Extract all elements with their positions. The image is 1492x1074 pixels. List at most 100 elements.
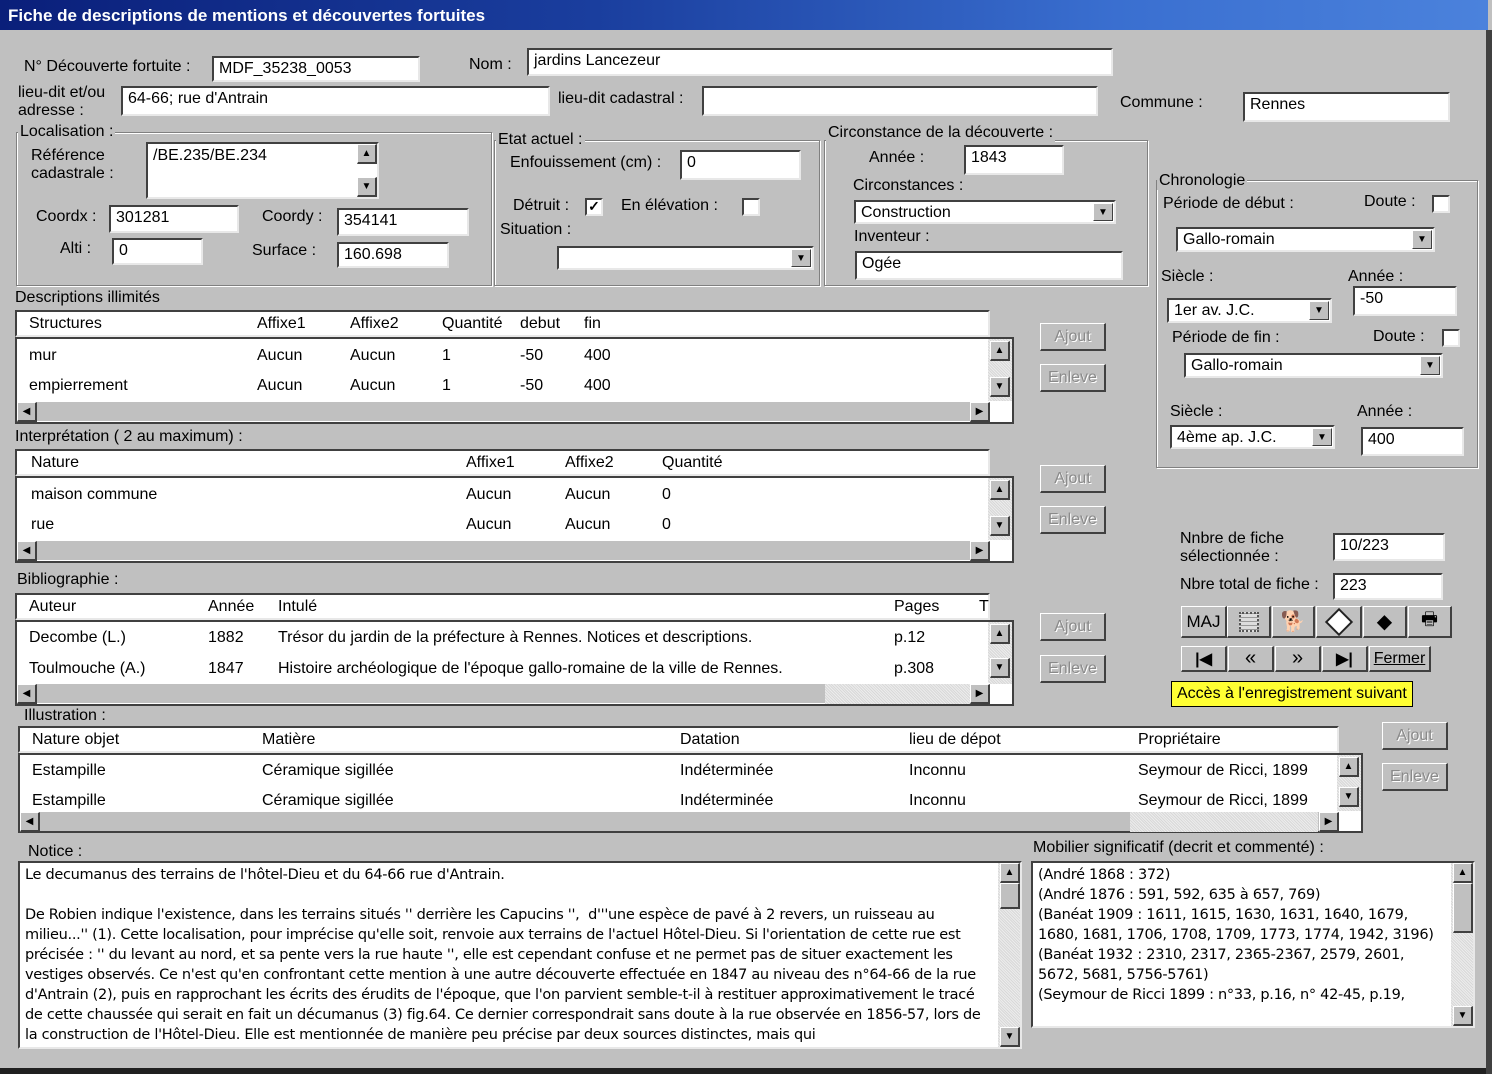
coordx-field[interactable]: 301281 [109,205,239,233]
interpretation-enleve-button[interactable]: Enleve [1040,506,1106,534]
column-header[interactable]: Matière [262,731,315,749]
annee-debut-field[interactable]: -50 [1353,286,1457,316]
surface-field[interactable]: 160.698 [337,242,449,268]
table-row[interactable]: Estampille Céramique sigillée Indétermin… [20,785,1339,812]
column-header[interactable]: Propriétaire [1138,731,1221,749]
doute-debut-checkbox[interactable] [1432,195,1450,213]
alti-field[interactable]: 0 [112,238,203,265]
notice-textarea[interactable]: Le decumanus des terrains de l'hôtel-Die… [18,861,1022,1049]
column-header[interactable]: Quantité [442,315,502,333]
first-record-button[interactable]: |◀ [1181,646,1227,672]
annee-decouverte-field[interactable]: 1843 [964,145,1064,175]
scroll-up-icon[interactable]: ▲ [1000,863,1020,883]
bibliographie-enleve-button[interactable]: Enleve [1040,655,1106,683]
column-header[interactable]: Affixe1 [466,454,515,472]
scroll-down-icon[interactable]: ▼ [1453,1006,1473,1026]
scroll-up-icon[interactable]: ▲ [990,480,1010,500]
scroll-left-icon[interactable]: ◀ [17,684,37,704]
horizontal-scrollbar[interactable]: ◀ ▶ [17,683,990,704]
scroll-thumb[interactable] [1453,883,1473,933]
scroll-down-icon[interactable]: ▼ [1339,787,1359,807]
scroll-down-icon[interactable]: ▼ [990,516,1010,536]
search-button[interactable]: 🐕 [1272,606,1315,638]
scroll-right-icon[interactable]: ▶ [1319,812,1339,832]
maj-button[interactable]: MAJ [1181,606,1227,638]
scroll-left-icon[interactable]: ◀ [20,812,40,832]
print-button[interactable]: 🖶 [1408,606,1452,638]
scroll-up-icon[interactable]: ▲ [990,624,1010,644]
column-header[interactable]: fin [584,315,601,333]
table-row[interactable]: Estampille Céramique sigillée Indétermin… [20,755,1339,785]
periode-fin-select[interactable]: Gallo-romain ▼ [1184,353,1443,378]
column-header[interactable]: Année [208,598,254,616]
commune-field[interactable]: Rennes [1243,92,1450,122]
bibliographie-ajout-button[interactable]: Ajout [1040,613,1106,641]
chevron-down-icon[interactable]: ▼ [791,249,811,267]
scroll-down-icon[interactable]: ▼ [990,658,1010,678]
scroll-thumb[interactable] [1000,883,1020,909]
interpretation-ajout-button[interactable]: Ajout [1040,465,1106,493]
column-header[interactable]: Nature [31,454,79,472]
column-header[interactable]: Affixe2 [565,454,614,472]
table-row[interactable]: Decombe (L.) 1882 Trésor du jardin de la… [17,622,990,653]
descriptions-enleve-button[interactable]: Enleve [1040,364,1106,392]
vertical-scrollbar[interactable]: ▲ ▼ [1451,863,1473,1026]
illustration-enleve-button[interactable]: Enleve [1382,763,1448,791]
table-row[interactable]: mur Aucun Aucun 1 -50 400 [17,339,990,370]
siecle-fin-select[interactable]: 4ème ap. J.C. ▼ [1170,425,1335,449]
column-header[interactable]: Nature objet [32,731,119,749]
table-row[interactable]: rue Aucun Aucun 0 [17,509,990,540]
save-button[interactable] [1316,606,1362,638]
table-row[interactable]: Toulmouche (A.) 1847 Histoire archéologi… [17,653,990,684]
fermer-button[interactable]: Fermer [1369,646,1431,672]
circonstances-select[interactable]: Construction ▼ [854,200,1116,224]
column-header[interactable]: debut [520,315,560,333]
horizontal-scrollbar[interactable]: ◀ ▶ [17,401,990,422]
num-decouverte-field[interactable]: MDF_35238_0053 [212,56,420,82]
illustration-ajout-button[interactable]: Ajout [1382,722,1448,750]
siecle-debut-select[interactable]: 1er av. J.C. ▼ [1167,298,1332,323]
elevation-checkbox[interactable] [742,198,760,216]
scroll-down-icon[interactable]: ▼ [1000,1027,1020,1047]
column-header[interactable]: Structures [29,315,102,333]
scroll-left-icon[interactable]: ◀ [17,541,37,561]
doute-fin-checkbox[interactable] [1442,329,1460,347]
scroll-up-icon[interactable]: ▲ [990,341,1010,361]
coordy-field[interactable]: 354141 [337,208,469,236]
scroll-right-icon[interactable]: ▶ [970,541,990,561]
grid-button[interactable] [1227,606,1271,638]
column-header[interactable]: Auteur [29,598,76,616]
scroll-right-icon[interactable]: ▶ [970,402,990,422]
column-header[interactable]: T [979,598,989,616]
next-record-button[interactable]: » [1275,646,1321,672]
chevron-down-icon[interactable]: ▼ [1093,203,1113,221]
detruit-checkbox[interactable]: ✓ [585,198,603,216]
column-header[interactable]: Affixe2 [350,315,399,333]
horizontal-scrollbar[interactable]: ◀ ▶ [17,540,990,561]
column-header[interactable]: lieu de dépot [909,731,1001,749]
column-header[interactable]: Datation [680,731,740,749]
lieudit-field[interactable]: 64-66; rue d'Antrain [121,86,550,116]
column-header[interactable]: Affixe1 [257,315,306,333]
nom-field[interactable]: jardins Lancezeur [527,48,1113,76]
vertical-scrollbar[interactable]: ▲ ▼ [998,863,1020,1047]
scroll-up-icon[interactable]: ▲ [1453,863,1473,883]
table-row[interactable]: empierrement Aucun Aucun 1 -50 400 [17,370,990,401]
scroll-down-icon[interactable]: ▼ [990,377,1010,397]
situation-select[interactable]: ▼ [557,246,814,270]
chevron-down-icon[interactable]: ▼ [1309,301,1329,320]
cadastral-field[interactable] [702,86,1098,116]
ref-cadastrale-field[interactable]: /BE.235/BE.234 ▲ ▼ [146,142,379,199]
previous-record-button[interactable]: « [1228,646,1274,672]
mobilier-textarea[interactable]: (André 1868 : 372) (André 1876 : 591, 59… [1031,861,1475,1028]
inventeur-field[interactable]: Ogée [855,251,1123,280]
periode-debut-select[interactable]: Gallo-romain ▼ [1176,227,1435,252]
scroll-down-icon[interactable]: ▼ [357,177,377,197]
scroll-up-icon[interactable]: ▲ [1339,757,1359,777]
chevron-down-icon[interactable]: ▼ [1420,356,1440,375]
column-header[interactable]: Intulé [278,598,317,616]
chevron-down-icon[interactable]: ▼ [1412,230,1432,249]
scroll-up-icon[interactable]: ▲ [357,144,377,164]
horizontal-scrollbar[interactable]: ◀ ▶ [20,811,1339,832]
column-header[interactable]: Quantité [662,454,722,472]
